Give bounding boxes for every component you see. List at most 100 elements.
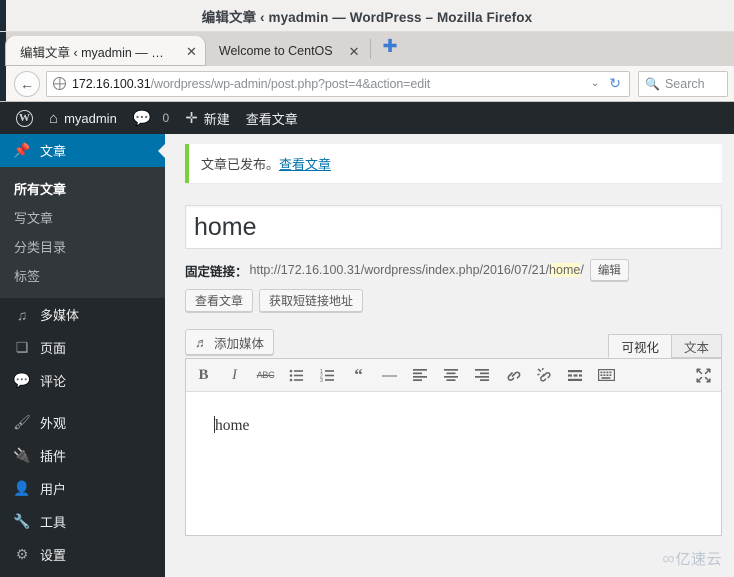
editor-content-area[interactable]: home — [186, 392, 721, 535]
sidebar-item-settings-label: 设置 — [40, 548, 67, 563]
sidebar-item-posts[interactable]: 📌 文章 — [0, 134, 166, 167]
align-left-icon[interactable] — [405, 362, 436, 389]
close-icon[interactable]: ✕ — [349, 45, 360, 58]
wrench-icon: 🔧 — [13, 513, 31, 529]
wp-admin-sidebar: 📌 文章 所有文章 写文章 分类目录 标签 ♫ 多媒体 ❏ 页面 💬 评论 🖌 … — [0, 134, 166, 577]
browser-tab-1-label: 编辑文章 ‹ myadmin — W... — [20, 45, 170, 60]
tab-text[interactable]: 文本 — [670, 334, 722, 358]
unlink-icon[interactable] — [529, 362, 560, 389]
add-media-button[interactable]: ♬ 添加媒体 — [185, 329, 275, 355]
editor-toolbar: B I ABC 1 2 3 “ — — [186, 359, 721, 392]
watermark: ∞ 亿速云 — [662, 548, 722, 569]
sidebar-item-comments-label: 评论 — [40, 374, 67, 389]
post-title-input[interactable]: home — [185, 205, 722, 249]
sidebar-item-settings[interactable]: ⚙ 设置 — [0, 538, 165, 571]
view-post-label: 查看文章 — [245, 111, 298, 127]
close-icon[interactable]: ✕ — [186, 45, 197, 58]
browser-tab-1[interactable]: 编辑文章 ‹ myadmin — W... ✕ — [6, 36, 205, 66]
window-titlebar: 编辑文章 ‹ myadmin — WordPress – Mozilla Fir… — [0, 0, 734, 32]
editor-box: B I ABC 1 2 3 “ — home — [185, 358, 722, 536]
sidebar-item-media[interactable]: ♫ 多媒体 — [0, 298, 165, 331]
permalink-tail: / — [580, 263, 584, 277]
italic-icon[interactable]: I — [219, 362, 250, 389]
search-placeholder: Search — [664, 76, 705, 91]
search-bar[interactable]: 🔍 Search — [638, 70, 728, 97]
plus-icon: ✛ — [185, 109, 198, 127]
comments-menu[interactable]: 💬 0 — [125, 102, 177, 134]
site-name-menu[interactable]: ⌂ myadmin — [41, 102, 125, 134]
permalink-slug: home — [549, 263, 581, 277]
strikethrough-icon[interactable]: ABC — [250, 362, 281, 389]
globe-icon — [53, 77, 66, 90]
post-editor: ♬ 添加媒体 可视化 文本 B I ABC 1 2 3 “ — home — [185, 328, 722, 536]
sidebar-item-users-label: 用户 — [40, 482, 67, 497]
permalink-actions: 查看文章 获取短链接地址 — [185, 289, 722, 312]
watermark-logo-icon: ∞ — [662, 549, 674, 568]
chevron-down-icon[interactable]: ⌄ — [585, 78, 605, 89]
browser-navbar: ← 172.16.100.31/wordpress/wp-admin/post.… — [0, 66, 734, 102]
submenu-item-categories[interactable]: 分类目录 — [0, 232, 165, 261]
submenu-item-all-posts[interactable]: 所有文章 — [0, 174, 165, 203]
wp-logo-menu[interactable]: W — [8, 102, 41, 134]
editor-content-text: home — [215, 417, 250, 434]
settings-icon: ⚙ — [15, 546, 29, 562]
notice-view-post-link[interactable]: 查看文章 — [279, 157, 331, 172]
view-post-menu[interactable]: 查看文章 — [238, 102, 306, 134]
sidebar-item-users[interactable]: 👤 用户 — [0, 472, 165, 505]
wp-body: 📌 文章 所有文章 写文章 分类目录 标签 ♫ 多媒体 ❏ 页面 💬 评论 🖌 … — [0, 134, 734, 577]
sidebar-item-tools[interactable]: 🔧 工具 — [0, 505, 165, 538]
sidebar-item-comments[interactable]: 💬 评论 — [0, 364, 165, 397]
address-path: /wordpress/wp-admin/post.php?post=4&acti… — [150, 76, 431, 91]
insert-link-icon[interactable] — [498, 362, 529, 389]
align-center-icon[interactable] — [436, 362, 467, 389]
submenu-item-add-post[interactable]: 写文章 — [0, 203, 165, 232]
status-notice: 文章已发布。查看文章 — [185, 144, 722, 183]
new-content-menu[interactable]: ✛ 新建 — [177, 102, 238, 134]
distraction-free-icon[interactable] — [688, 362, 719, 389]
browser-tabstrip: 编辑文章 ‹ myadmin — W... ✕ Welcome to CentO… — [0, 32, 734, 66]
editor-mode-tabs: 可视化 文本 — [608, 334, 722, 358]
bold-icon[interactable]: B — [188, 362, 219, 389]
get-shortlink-button[interactable]: 获取短链接地址 — [259, 289, 364, 312]
browser-tab-2-label: Welcome to CentOS — [218, 44, 333, 58]
submenu-item-tags[interactable]: 标签 — [0, 261, 165, 290]
tab-separator — [369, 39, 371, 59]
address-bar[interactable]: 172.16.100.31/wordpress/wp-admin/post.ph… — [46, 70, 630, 97]
media-icon: ♫ — [16, 306, 28, 323]
sidebar-item-appearance[interactable]: 🖌 外观 — [0, 406, 165, 439]
read-more-icon[interactable] — [560, 362, 591, 389]
wordpress-logo-icon: W — [16, 109, 33, 127]
horizontal-rule-icon[interactable]: — — [374, 362, 405, 389]
sidebar-item-plugins[interactable]: 🔌 插件 — [0, 439, 165, 472]
svg-text:3: 3 — [320, 378, 323, 382]
new-tab-button[interactable]: ✚ — [373, 37, 408, 55]
watermark-text: 亿速云 — [675, 551, 722, 568]
blockquote-icon[interactable]: “ — [343, 362, 374, 389]
search-icon: 🔍 — [645, 76, 660, 91]
view-post-button[interactable]: 查看文章 — [185, 289, 254, 312]
browser-tab-2[interactable]: Welcome to CentOS ✕ — [205, 36, 368, 66]
sidebar-item-pages[interactable]: ❏ 页面 — [0, 331, 165, 364]
home-icon: ⌂ — [49, 109, 59, 127]
paintbrush-icon: 🖌 — [13, 414, 31, 430]
permalink-label: 固定链接： — [185, 264, 248, 279]
keyboard-shortcuts-icon[interactable] — [591, 362, 622, 389]
sidebar-item-appearance-label: 外观 — [40, 416, 67, 431]
permalink-row: 固定链接： http://172.16.100.31/wordpress/ind… — [185, 259, 722, 281]
tab-visual[interactable]: 可视化 — [608, 334, 672, 358]
back-button[interactable]: ← — [14, 70, 40, 97]
pages-icon: ❏ — [15, 339, 29, 355]
plug-icon: 🔌 — [13, 447, 31, 463]
posts-submenu: 所有文章 写文章 分类目录 标签 — [0, 167, 165, 298]
reload-icon[interactable]: ↻ — [605, 75, 625, 92]
address-bar-text: 172.16.100.31/wordpress/wp-admin/post.ph… — [72, 77, 585, 91]
user-icon: 👤 — [13, 480, 31, 496]
permalink-base: http://172.16.100.31/wordpress/index.php… — [249, 263, 550, 277]
bulleted-list-icon[interactable] — [281, 362, 312, 389]
numbered-list-icon[interactable]: 1 2 3 — [312, 362, 343, 389]
sidebar-separator — [0, 397, 165, 406]
edit-permalink-button[interactable]: 编辑 — [589, 259, 629, 281]
align-right-icon[interactable] — [467, 362, 498, 389]
new-content-label: 新建 — [203, 111, 230, 127]
sidebar-item-tools-label: 工具 — [40, 515, 67, 530]
